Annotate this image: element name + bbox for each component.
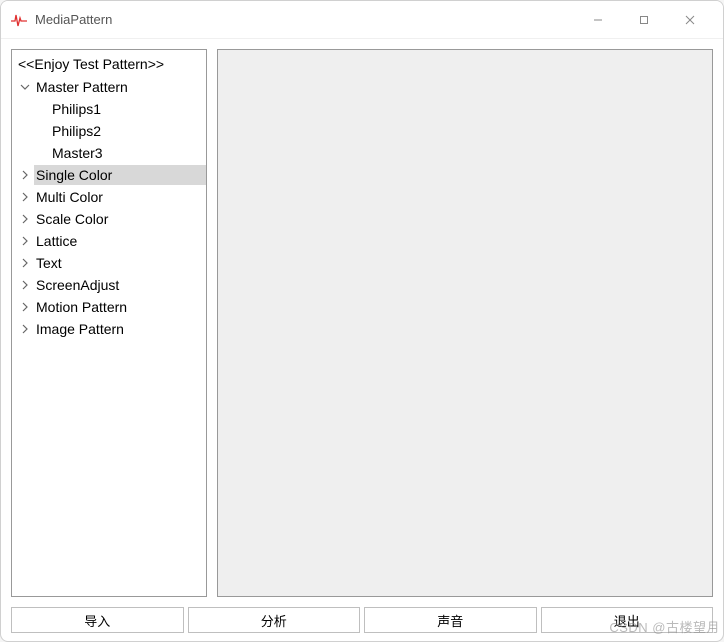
chevron-right-icon[interactable] bbox=[18, 322, 32, 336]
tree-item[interactable]: Image Pattern bbox=[12, 318, 206, 340]
tree-item-label: Master Pattern bbox=[34, 77, 206, 97]
minimize-button[interactable] bbox=[575, 1, 621, 39]
tree-item-label: Multi Color bbox=[34, 187, 206, 207]
chevron-right-icon[interactable] bbox=[18, 278, 32, 292]
import-button[interactable]: 导入 bbox=[11, 607, 184, 633]
tree-panel: <<Enjoy Test Pattern>> Master PatternPhi… bbox=[11, 49, 207, 597]
tree-item-label: Single Color bbox=[34, 165, 206, 185]
tree-item[interactable]: Philips2 bbox=[12, 120, 206, 142]
analyze-button[interactable]: 分析 bbox=[188, 607, 361, 633]
chevron-right-icon[interactable] bbox=[18, 256, 32, 270]
preview-panel bbox=[217, 49, 713, 597]
sound-button[interactable]: 声音 bbox=[364, 607, 537, 633]
tree-item[interactable]: Text bbox=[12, 252, 206, 274]
chevron-down-icon[interactable] bbox=[18, 80, 32, 94]
chevron-right-icon[interactable] bbox=[18, 212, 32, 226]
tree-item-label: ScreenAdjust bbox=[34, 275, 206, 295]
chevron-right-icon[interactable] bbox=[18, 300, 32, 314]
app-window: MediaPattern <<Enjoy Test Pattern>> Mast… bbox=[0, 0, 724, 642]
tree-item-label: Scale Color bbox=[34, 209, 206, 229]
window-controls bbox=[575, 1, 713, 39]
chevron-right-icon[interactable] bbox=[18, 168, 32, 182]
tree-item-label: Text bbox=[34, 253, 206, 273]
titlebar: MediaPattern bbox=[1, 1, 723, 39]
tree-item[interactable]: Motion Pattern bbox=[12, 296, 206, 318]
tree-item-label: Philips1 bbox=[50, 99, 206, 119]
app-icon bbox=[11, 12, 27, 28]
tree-item-label: Lattice bbox=[34, 231, 206, 251]
chevron-right-icon[interactable] bbox=[18, 234, 32, 248]
tree-item[interactable]: Single Color bbox=[12, 164, 206, 186]
tree-item-label: Image Pattern bbox=[34, 319, 206, 339]
tree-item-label: Philips2 bbox=[50, 121, 206, 141]
maximize-button[interactable] bbox=[621, 1, 667, 39]
tree-item[interactable]: ScreenAdjust bbox=[12, 274, 206, 296]
tree-item-label: Master3 bbox=[50, 143, 206, 163]
chevron-right-icon[interactable] bbox=[18, 190, 32, 204]
main-body: <<Enjoy Test Pattern>> Master PatternPhi… bbox=[1, 39, 723, 607]
tree-header: <<Enjoy Test Pattern>> bbox=[12, 52, 206, 76]
footer: 导入 分析 声音 退出 bbox=[1, 607, 723, 641]
tree-item[interactable]: Lattice bbox=[12, 230, 206, 252]
close-button[interactable] bbox=[667, 1, 713, 39]
tree-item[interactable]: Master Pattern bbox=[12, 76, 206, 98]
tree-item-label: Motion Pattern bbox=[34, 297, 206, 317]
tree-container: Master PatternPhilips1Philips2Master3Sin… bbox=[12, 76, 206, 340]
tree-item[interactable]: Philips1 bbox=[12, 98, 206, 120]
tree-item[interactable]: Master3 bbox=[12, 142, 206, 164]
app-title: MediaPattern bbox=[35, 12, 575, 27]
tree-item[interactable]: Scale Color bbox=[12, 208, 206, 230]
exit-button[interactable]: 退出 bbox=[541, 607, 714, 633]
tree-item[interactable]: Multi Color bbox=[12, 186, 206, 208]
